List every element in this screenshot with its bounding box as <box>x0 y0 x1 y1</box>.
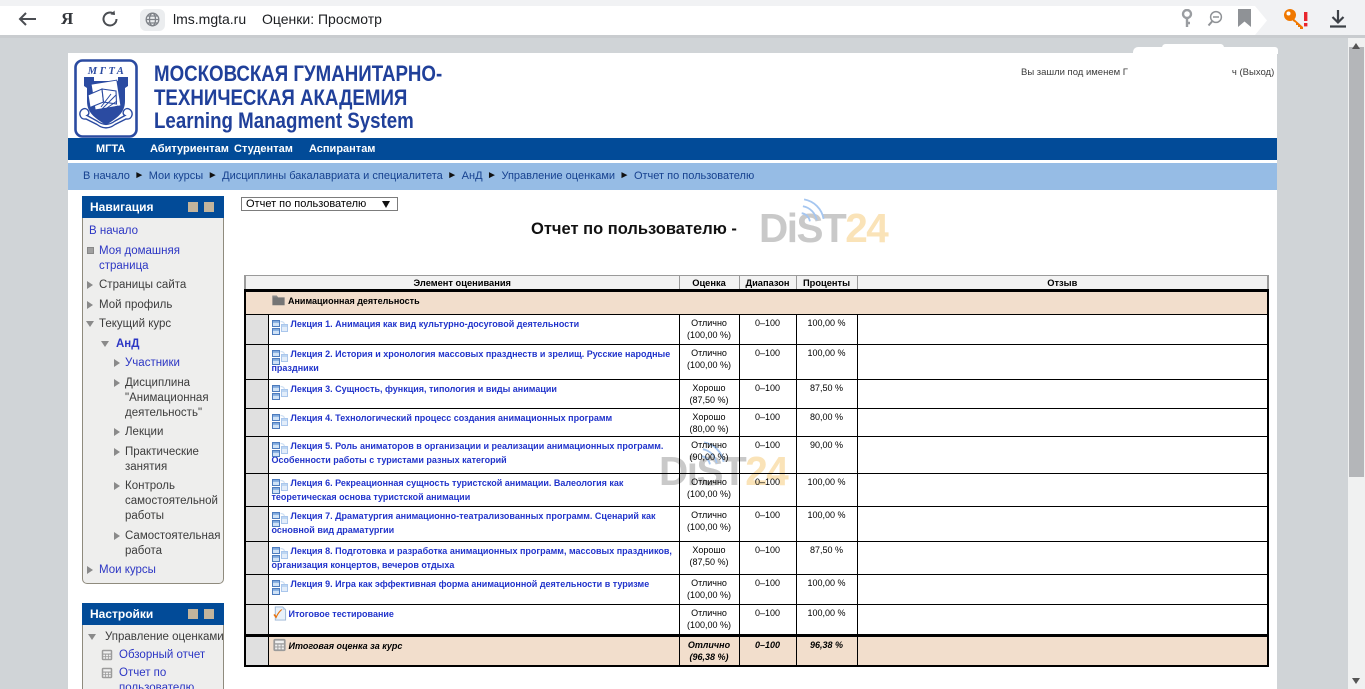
svg-text:МГТА: МГТА <box>87 66 126 77</box>
